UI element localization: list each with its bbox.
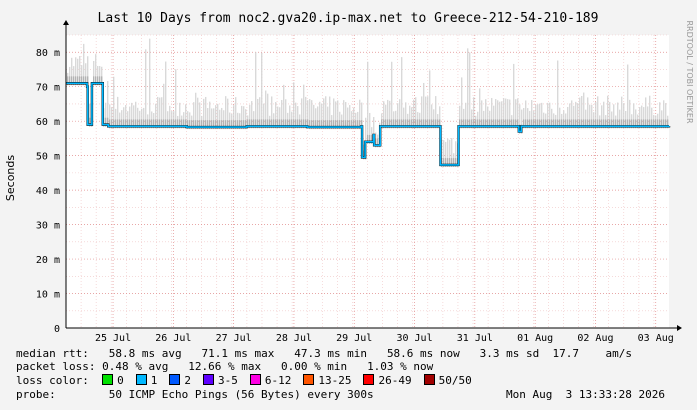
loss-color-swatch	[249, 374, 261, 385]
probe-label: probe:	[16, 388, 56, 401]
loss-color-item-label: 6-12	[264, 374, 292, 387]
loss-color-item-label: 1	[150, 374, 158, 387]
loss-color-item-label: 2	[184, 374, 191, 387]
smoke-sample	[391, 61, 393, 129]
loss-color-swatch	[363, 374, 375, 385]
probe-text: 50 ICMP Echo Pings (56 Bytes) every 300s	[108, 388, 374, 401]
probe-date: Mon Aug 3 13:33:28 2026	[506, 388, 665, 401]
x-tick-label: 01 Aug	[517, 333, 553, 344]
y-tick-label: 50 m	[36, 152, 60, 163]
probe-info: probe: 50 ICMP Echo Pings (56 Bytes) eve…	[16, 388, 681, 401]
latency-chart: 0 10 m 20 m 30 m 40 m 50 m 60 m 70 m 80 m 25 Jul 2…	[0, 0, 697, 345]
smoke-sample	[469, 52, 471, 129]
x-tick-label: 30 Jul	[396, 333, 432, 344]
loss-color-item: 3-5	[202, 374, 238, 387]
smoke-sample	[467, 48, 469, 129]
loss-color-legend: loss color: 0 1 2 3-5 6-12 13-25 26-49 50/50	[16, 374, 484, 387]
rrdtool-credit: RRDTOOL / TOBI OETIKER	[685, 20, 694, 123]
y-tick-label: 40 m	[36, 186, 60, 197]
loss-color-item: 6-12	[249, 374, 292, 387]
x-tick-label: 28 Jul	[276, 333, 312, 344]
y-axis-label: Seconds	[4, 155, 17, 201]
loss-color-item-label: 0	[117, 374, 124, 387]
loss-color-swatch	[202, 374, 214, 385]
loss-color-swatch	[169, 374, 181, 385]
y-tick-label: 20 m	[36, 255, 60, 266]
smoke-sample	[557, 60, 559, 129]
x-tick-label: 31 Jul	[457, 333, 493, 344]
loss-color-swatch	[102, 374, 114, 385]
y-tick-label: 0	[54, 324, 60, 335]
median-rtt-max: 71.1 ms max	[201, 347, 275, 360]
loss-color-item: 50/50	[423, 374, 472, 387]
smoke-sample	[149, 38, 151, 129]
median-rtt-avg: 58.8 ms avg	[108, 347, 182, 360]
loss-color-item: 2	[169, 374, 191, 387]
x-tick-label: 29 Jul	[336, 333, 372, 344]
smoke-sample	[513, 63, 515, 129]
loss-color-item: 13-25	[303, 374, 351, 387]
loss-color-swatch	[423, 374, 435, 385]
smoke-sample	[367, 61, 369, 144]
smoke-sample	[145, 49, 147, 129]
loss-color-item-label: 3-5	[217, 374, 238, 387]
median-rtt-label: median rtt:	[16, 347, 89, 360]
median-rtt-am: 17.7	[552, 347, 580, 360]
smoke-sample	[255, 52, 257, 129]
smoke-sample	[165, 61, 167, 129]
loss-color-item: 1	[135, 374, 158, 387]
x-tick-label: 26 Jul	[155, 333, 191, 344]
y-tick-label: 10 m	[36, 290, 60, 301]
smoke-sample	[627, 64, 629, 129]
packet-loss-avg: 0.48 % avg	[102, 360, 169, 373]
loss-color-item: 26-49	[363, 374, 412, 387]
loss-color-item: 0	[102, 374, 124, 387]
y-tick-label: 30 m	[36, 221, 60, 232]
loss-color-item-label: 13-25	[318, 374, 352, 387]
x-tick-label: 02 Aug	[577, 333, 613, 344]
loss-color-swatch	[303, 374, 315, 385]
packet-loss-label: packet loss:	[16, 360, 96, 373]
y-tick-label: 70 m	[36, 83, 60, 94]
stats-packet-loss: packet loss: 0.48 % avg 12.66 % max 0.00…	[16, 360, 433, 373]
packet-loss-max: 12.66 % max	[188, 360, 262, 373]
x-tick-label: 27 Jul	[216, 333, 252, 344]
smokeping-graph: 0 10 m 20 m 30 m 40 m 50 m 60 m 70 m 80 m 25 Jul 2…	[0, 0, 697, 410]
chart-title: Last 10 Days from noc2.gva20.ip-max.net …	[98, 11, 599, 26]
x-tick-label: 03 Aug	[638, 333, 674, 344]
y-tick-label: 80 m	[36, 48, 60, 59]
packet-loss-now: 1.03 % now	[367, 360, 434, 373]
loss-color-label: loss color:	[16, 374, 89, 387]
stats-median-rtt: median rtt: 58.8 ms avg 71.1 ms max 47.3…	[16, 347, 632, 360]
median-rtt-sd: 3.3 ms sd	[479, 347, 540, 360]
loss-color-swatch	[135, 374, 147, 385]
smoke-sample	[261, 52, 263, 129]
median-rtt-now: 58.6 ms now	[386, 347, 460, 360]
x-tick-label: 25 Jul	[95, 333, 131, 344]
median-rtt-am-unit: am/s	[605, 347, 633, 360]
packet-loss-min: 0.00 % min	[280, 360, 348, 373]
median-rtt-min: 47.3 ms min	[294, 347, 368, 360]
y-tick-label: 60 m	[36, 117, 60, 128]
loss-color-item-label: 26-49	[378, 374, 412, 387]
loss-color-item-label: 50/50	[438, 374, 472, 387]
smoke-sample	[401, 57, 403, 129]
